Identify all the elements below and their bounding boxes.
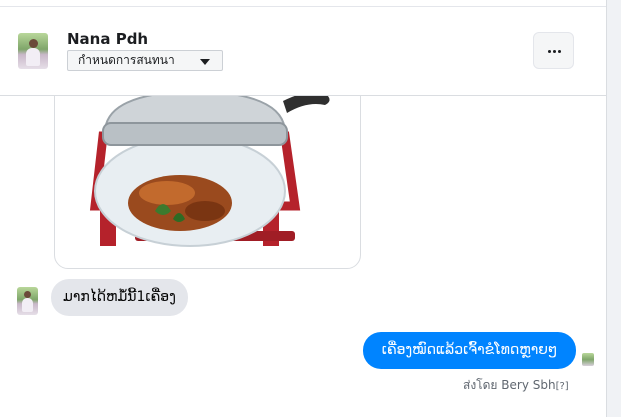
sent-by-prefix: ส่งโดย — [463, 378, 498, 392]
right-gutter — [607, 0, 621, 417]
contact-avatar[interactable] — [18, 33, 48, 69]
conversation-settings-label: กำหนดการสนทนา — [78, 53, 175, 67]
more-options-button[interactable] — [533, 32, 574, 69]
sent-by-help-link[interactable]: [?] — [556, 381, 569, 392]
conversation-header: Nana Pdh กำหนดการสนทนา — [0, 7, 606, 96]
sent-by-line: ส่งโดย Bery Sbh[?] — [463, 376, 569, 395]
contact-name[interactable]: Nana Pdh — [67, 30, 148, 48]
conversation-settings-button[interactable]: กำหนดการสนทนา — [67, 50, 223, 71]
read-receipt-avatar — [582, 353, 594, 366]
outgoing-message[interactable]: ເຄື່ອງໝົດແລ້ວເຈົ້າຂໍໂທດຫຼາຍໆ — [363, 332, 576, 369]
incoming-message[interactable]: ມາກໄດ້ຫມໍ້ນີ້1ເຄື່ອງ — [51, 279, 188, 316]
conversation-panel: Nana Pdh กำหนดการสนทนา ມາກໄດ້ຫມໍ້ນີ້1ເຄື… — [0, 0, 607, 417]
lid-ring — [102, 122, 288, 146]
sender-avatar[interactable] — [17, 287, 38, 315]
caret-down-icon — [200, 59, 210, 65]
sent-by-name[interactable]: Bery Sbh — [501, 378, 555, 392]
top-divider — [0, 6, 606, 7]
ellipsis-icon — [548, 50, 551, 53]
